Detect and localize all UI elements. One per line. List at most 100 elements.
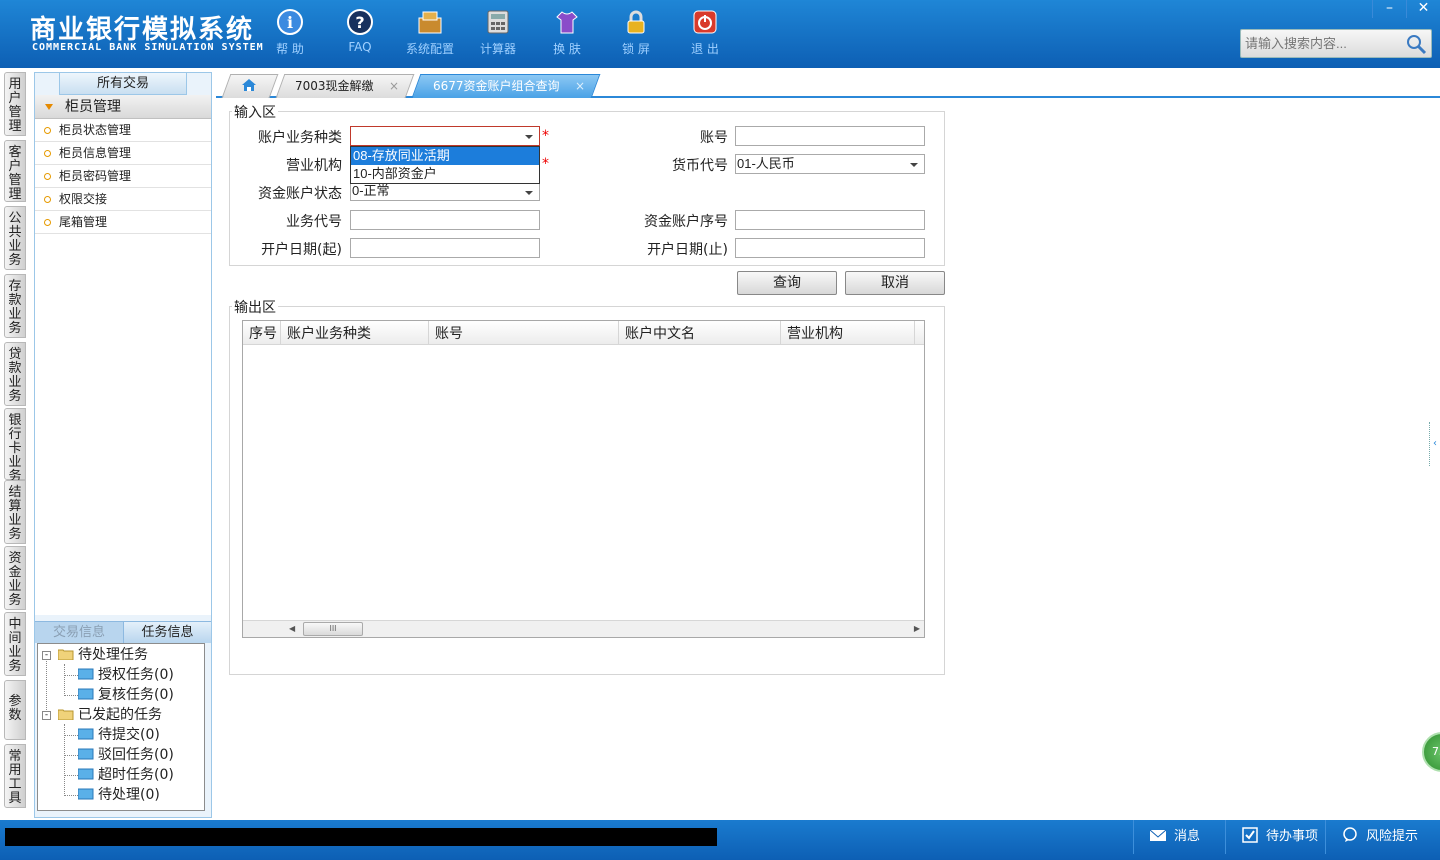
- tree-node-to-process[interactable]: 待处理(0): [78, 785, 160, 805]
- task-panel-tabs: 交易信息 任务信息: [35, 621, 211, 643]
- tab-home[interactable]: [221, 74, 279, 98]
- open-date-to-input[interactable]: [735, 238, 925, 258]
- search-input[interactable]: [1241, 30, 1401, 57]
- menu-item-teller-password[interactable]: 柜员密码管理: [35, 165, 211, 188]
- messages-button[interactable]: 消息: [1133, 820, 1225, 854]
- column-header[interactable]: 营业机构: [781, 321, 915, 345]
- search-icon[interactable]: [1405, 33, 1427, 55]
- column-header[interactable]: 账号: [429, 321, 619, 345]
- teller-management-group[interactable]: 柜员管理: [35, 95, 211, 119]
- biz-type-select[interactable]: [350, 126, 540, 146]
- cancel-button[interactable]: 取消: [845, 271, 945, 295]
- vtab-treasury[interactable]: 资金业务: [4, 546, 26, 610]
- required-mark: *: [542, 156, 549, 172]
- chat-icon: [1343, 827, 1357, 842]
- tree-connector: [64, 664, 65, 696]
- menu-item-cash-box[interactable]: 尾箱管理: [35, 211, 211, 234]
- settings-button[interactable]: 系统配置: [400, 8, 460, 57]
- tree-node-authorization[interactable]: 授权任务(0): [78, 665, 174, 685]
- currency-select[interactable]: 01-人民币: [735, 154, 925, 174]
- folder-icon: [78, 688, 94, 700]
- column-header[interactable]: 序号: [243, 321, 281, 345]
- tab-close-icon[interactable]: ×: [389, 75, 399, 97]
- tree-node-initiated[interactable]: 已发起的任务: [58, 705, 162, 725]
- settings-icon: [418, 11, 442, 34]
- task-tree: - - 待处理任务 授权任务(0) 复核任务(0) 已发起的任务 待提交(0) …: [37, 643, 205, 811]
- tab-fund-account-query[interactable]: 6677资金账户组合查询 ×: [411, 74, 601, 98]
- close-window-button[interactable]: ✕: [1406, 0, 1440, 18]
- vtab-common-tools[interactable]: 常用工具: [4, 744, 26, 808]
- scroll-right-icon[interactable]: ▶: [914, 624, 920, 633]
- tree-node-to-submit[interactable]: 待提交(0): [78, 725, 160, 745]
- tree-node-review[interactable]: 复核任务(0): [78, 685, 174, 705]
- tab-transaction-info[interactable]: 交易信息: [35, 622, 123, 643]
- fund-seq-input[interactable]: [735, 210, 925, 230]
- side-collapse-handle[interactable]: ‹: [1429, 422, 1440, 466]
- status-bar: 消息 待办事项 风险提示: [0, 820, 1440, 860]
- bullet-icon: [44, 196, 51, 203]
- collapse-icon[interactable]: -: [42, 711, 51, 720]
- document-tabs: 7003现金解缴 × 6677资金账户组合查询 ×: [216, 72, 1440, 98]
- tree-connector: [64, 755, 78, 756]
- calculator-button[interactable]: 计算器: [468, 8, 528, 57]
- dropdown-option[interactable]: 10-内部资金户: [351, 165, 539, 183]
- tree-node-pending[interactable]: 待处理任务: [58, 645, 148, 665]
- vtab-user-management[interactable]: 用户管理: [4, 72, 26, 136]
- biz-code-input[interactable]: [350, 210, 540, 230]
- app-subtitle: COMMERCIAL BANK SIMULATION SYSTEM: [32, 42, 264, 53]
- collapse-icon[interactable]: -: [42, 651, 51, 660]
- vtab-loan[interactable]: 贷款业务: [4, 342, 26, 406]
- help-button[interactable]: i 帮 助: [260, 8, 320, 57]
- tab-close-icon[interactable]: ×: [575, 75, 585, 97]
- bullet-icon: [44, 150, 51, 157]
- faq-button[interactable]: ? FAQ: [330, 8, 390, 54]
- tree-connector: [64, 795, 78, 796]
- label-branch: 营业机构: [286, 158, 342, 174]
- scroll-thumb[interactable]: III: [303, 622, 363, 636]
- home-icon: [242, 79, 256, 91]
- checkbox-icon: [1242, 827, 1258, 843]
- risk-alert-button[interactable]: 风险提示: [1325, 820, 1440, 854]
- expand-arrow-icon: [45, 104, 53, 110]
- folder-icon: [78, 788, 94, 800]
- column-header[interactable]: 账户业务种类: [281, 321, 429, 345]
- minimize-button[interactable]: –: [1372, 0, 1406, 18]
- tree-node-rejected[interactable]: 驳回任务(0): [78, 745, 174, 765]
- vtab-parameters[interactable]: 参数: [4, 680, 26, 740]
- vtab-settlement[interactable]: 结算业务: [4, 480, 26, 544]
- tab-cash-deposit[interactable]: 7003现金解缴 ×: [275, 74, 415, 98]
- floating-widget[interactable]: 73: [1422, 732, 1440, 772]
- vtab-intermediary[interactable]: 中间业务: [4, 612, 26, 676]
- menu-item-teller-info[interactable]: 柜员信息管理: [35, 142, 211, 165]
- skin-button[interactable]: 换 肤: [537, 8, 597, 57]
- app-header: 商业银行模拟系统 COMMERCIAL BANK SIMULATION SYST…: [0, 0, 1440, 68]
- label-open-date-from: 开户日期(起): [261, 242, 342, 258]
- tab-task-info[interactable]: 任务信息: [123, 622, 211, 643]
- lock-button[interactable]: 锁 屏: [606, 8, 666, 57]
- vtab-public-business[interactable]: 公共业务: [4, 206, 26, 270]
- label-fund-seq: 资金账户序号: [644, 214, 728, 230]
- bullet-icon: [44, 173, 51, 180]
- account-no-input[interactable]: [735, 126, 925, 146]
- output-section-legend: 输出区: [232, 297, 278, 317]
- label-biz-code: 业务代号: [286, 214, 342, 230]
- tree-node-timeout[interactable]: 超时任务(0): [78, 765, 174, 785]
- vtab-deposit[interactable]: 存款业务: [4, 274, 26, 338]
- vtab-customer-management[interactable]: 客户管理: [4, 140, 26, 202]
- menu-item-permission-handover[interactable]: 权限交接: [35, 188, 211, 211]
- all-transactions-tab[interactable]: 所有交易: [59, 73, 187, 95]
- account-status-select[interactable]: 0-正常: [350, 183, 540, 201]
- query-button[interactable]: 查询: [737, 271, 837, 295]
- vtab-bank-card[interactable]: 银行卡业务: [4, 408, 26, 484]
- svg-text:i: i: [287, 13, 293, 32]
- scroll-left-icon[interactable]: ◀: [289, 624, 295, 633]
- dropdown-option[interactable]: 08-存放同业活期: [351, 147, 539, 165]
- menu-item-teller-status[interactable]: 柜员状态管理: [35, 119, 211, 142]
- exit-button[interactable]: 退 出: [675, 8, 735, 57]
- label-currency: 货币代号: [672, 158, 728, 174]
- horizontal-scrollbar[interactable]: ◀ III ▶: [243, 620, 924, 637]
- open-date-from-input[interactable]: [350, 238, 540, 258]
- column-header[interactable]: 账户中文名: [619, 321, 781, 345]
- todo-button[interactable]: 待办事项: [1225, 820, 1325, 854]
- label-open-date-to: 开户日期(止): [647, 242, 728, 258]
